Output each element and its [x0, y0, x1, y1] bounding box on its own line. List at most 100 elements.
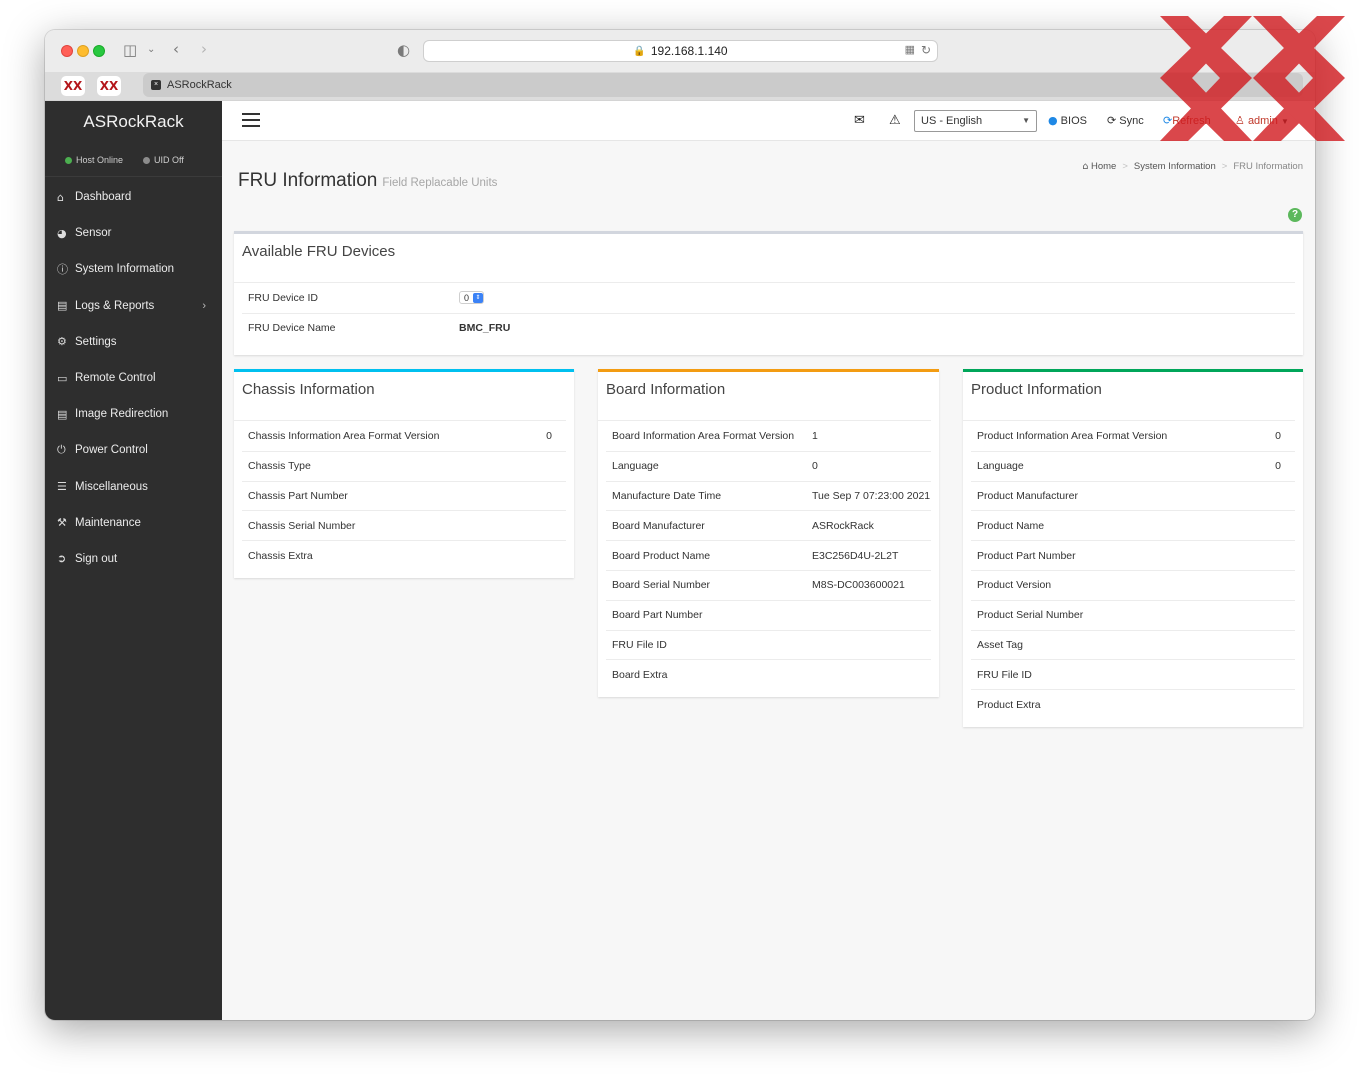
row-label: Chassis Part Number: [248, 489, 348, 502]
reload-icon[interactable]: ↻: [921, 43, 931, 57]
table-row: Product Extra: [971, 689, 1295, 719]
home-icon: ⌂: [1082, 161, 1089, 172]
uid-status: UID Off: [143, 155, 184, 165]
table-row: Board Part Number: [606, 599, 931, 630]
row-label: Product Part Number: [977, 549, 1076, 562]
breadcrumb-home[interactable]: Home: [1091, 161, 1116, 172]
warning-icon[interactable]: ⚠: [889, 113, 901, 128]
row-value: 1: [812, 429, 818, 442]
row-label: Product Version: [977, 579, 1052, 592]
breadcrumb-system-information[interactable]: System Information: [1134, 161, 1216, 172]
table-row: Board Information Area Format Version 1: [606, 421, 931, 451]
row-label: FRU File ID: [612, 638, 667, 651]
sidebar-item-settings[interactable]: ⚙ Settings: [45, 324, 222, 360]
pinned-tab[interactable]: XX: [97, 76, 121, 96]
back-arrow-icon[interactable]: ‹: [173, 39, 179, 59]
pinned-tab[interactable]: XX: [61, 76, 85, 96]
sidebar-item-label: Sign out: [75, 552, 118, 565]
sync-label: Sync: [1119, 115, 1144, 127]
sidebar-item-system-information[interactable]: ⓘ System Information: [45, 251, 222, 287]
sync-link[interactable]: ⟳ Sync: [1107, 114, 1144, 127]
url-text: 192.168.1.140: [650, 44, 728, 58]
status-indicators: Host Online UID Off: [45, 143, 222, 177]
forward-arrow-icon[interactable]: ›: [201, 39, 207, 59]
table-row: Chassis Extra: [242, 540, 566, 570]
row-value: E3C256D4U-2L2T: [812, 549, 899, 562]
favicon-icon: ×: [151, 80, 161, 90]
language-select[interactable]: US - English ▼: [914, 110, 1037, 132]
browser-toolbar: ◫ ⌄ ‹ › ◐ 🔒 192.168.1.140 ▦ ↻ XX XX × AS…: [45, 30, 1315, 101]
active-tab[interactable]: × ASRockRack: [143, 73, 1303, 97]
sidebar-toggle-icon[interactable]: ◫: [123, 40, 137, 60]
row-label: Chassis Information Area Format Version: [248, 429, 440, 442]
lock-icon: 🔒: [633, 45, 646, 57]
zoom-window-button[interactable]: [93, 45, 105, 57]
row-label: Language: [612, 460, 659, 473]
sidebar-item-image-redirection[interactable]: ▤ Image Redirection: [45, 396, 222, 432]
menu-toggle-icon[interactable]: [242, 113, 260, 131]
minimize-window-button[interactable]: [77, 45, 89, 57]
sidebar-item-power-control[interactable]: ⏻ Power Control: [45, 432, 222, 468]
sidebar-item-label: Dashboard: [75, 191, 132, 204]
board-panel: Board Information Board Information Area…: [598, 369, 939, 697]
help-icon[interactable]: ?: [1288, 208, 1302, 222]
sidebar-item-miscellaneous[interactable]: ☰ Miscellaneous: [45, 469, 222, 505]
stepper-arrows-icon[interactable]: ⇕: [473, 292, 484, 303]
address-bar[interactable]: 🔒 192.168.1.140 ▦ ↻: [423, 40, 938, 62]
table-row: Board Product Name E3C256D4U-2L2T: [606, 540, 931, 570]
translate-icon[interactable]: ▦: [905, 43, 915, 56]
monitor-icon: ▭: [57, 371, 68, 385]
watermark-logo: [1160, 16, 1345, 141]
table-row: Board Extra: [606, 659, 931, 689]
row-label: Board Part Number: [612, 609, 703, 622]
chevron-down-icon[interactable]: ⌄: [147, 40, 155, 60]
row-label: Product Manufacturer: [977, 489, 1078, 502]
power-icon: ⏻: [57, 443, 66, 457]
row-label: Board Product Name: [612, 549, 711, 562]
brand-logo[interactable]: ASRockRack: [45, 101, 222, 143]
sidebar-item-sensor[interactable]: ◕ Sensor: [45, 215, 222, 251]
row-label: Chassis Extra: [248, 549, 313, 562]
row-label: Product Extra: [977, 698, 1041, 711]
breadcrumb-current: FRU Information: [1233, 161, 1303, 172]
sidebar-item-maintenance[interactable]: ⚒ Maintenance: [45, 505, 222, 541]
breadcrumb: ⌂ Home > System Information > FRU Informatio…: [1082, 161, 1303, 172]
sidebar-item-label: Remote Control: [75, 372, 156, 385]
row-label: Board Serial Number: [612, 579, 711, 592]
main-content: ✉ ⚠ US - English ▼ ● BIOS ⟳ Sync ⟳Refres…: [222, 101, 1315, 1020]
row-label: FRU File ID: [977, 668, 1032, 681]
sidebar-item-sign-out[interactable]: ➲ Sign out: [45, 541, 222, 577]
sign-out-icon: ➲: [57, 552, 67, 566]
sidebar-item-remote-control[interactable]: ▭ Remote Control: [45, 360, 222, 396]
row-label: Product Serial Number: [977, 609, 1084, 622]
tab-title: ASRockRack: [167, 79, 232, 91]
bios-link[interactable]: ● BIOS: [1048, 114, 1087, 127]
envelope-icon[interactable]: ✉: [854, 113, 865, 128]
product-title: Product Information: [963, 372, 1295, 421]
table-row: Asset Tag: [971, 629, 1295, 660]
close-window-button[interactable]: [61, 45, 73, 57]
sidebar-item-label: Power Control: [75, 444, 148, 457]
table-row: Board Serial Number M8S-DC003600021: [606, 569, 931, 600]
table-row: Product Serial Number: [971, 599, 1295, 630]
chevron-right-icon: ›: [202, 299, 206, 312]
host-status-dot: [65, 156, 72, 164]
row-label: Product Information Area Format Version: [977, 429, 1168, 442]
sidebar-item-dashboard[interactable]: ⌂ Dashboard: [45, 179, 222, 215]
row-label: Asset Tag: [977, 638, 1023, 651]
fru-devices-panel: Available FRU Devices FRU Device ID 0 ⇕ F…: [234, 231, 1303, 355]
uid-status-label: UID Off: [154, 154, 184, 165]
privacy-shield-icon[interactable]: ◐: [397, 40, 410, 60]
table-row: Product Version: [971, 569, 1295, 600]
fru-device-name-row: FRU Device Name BMC_FRU: [242, 312, 1295, 343]
sidebar-item-logs-reports[interactable]: ▤ Logs & Reports ›: [45, 288, 222, 324]
language-select-value: US - English: [921, 115, 983, 127]
row-label: Board Information Area Format Version: [612, 429, 795, 442]
fru-device-id-stepper[interactable]: 0 ⇕: [459, 291, 485, 305]
info-circle-icon: ⓘ: [57, 263, 68, 277]
home-icon: ⌂: [57, 190, 64, 204]
row-label: Chassis Type: [248, 460, 311, 473]
list-icon: ☰: [57, 480, 67, 494]
row-label: Board Extra: [612, 668, 668, 681]
host-status: Host Online: [65, 155, 123, 165]
